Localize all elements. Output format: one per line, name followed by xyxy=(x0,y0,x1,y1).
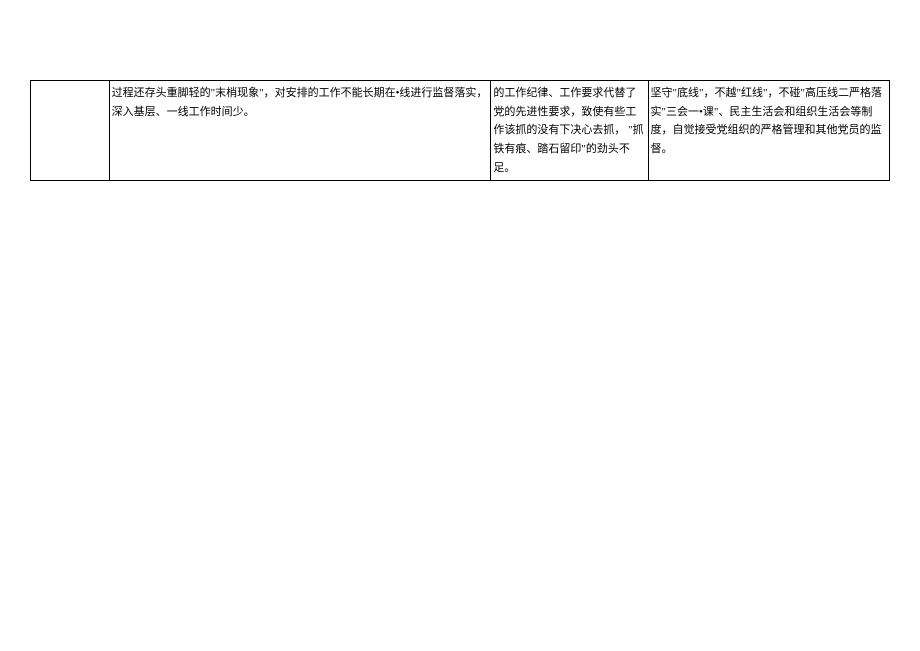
cell-col3: 的工作纪律、工作要求代替了党的先进性要求，致使有些工作该抓的没有下决心去抓， "… xyxy=(491,81,648,181)
table-row: 过程还存头重脚轻的"末梢现象"，对安排的工作不能长期在•线进行监督落实，深入基层… xyxy=(31,81,890,181)
cell-col1 xyxy=(31,81,110,181)
cell-col2: 过程还存头重脚轻的"末梢现象"，对安排的工作不能长期在•线进行监督落实，深入基层… xyxy=(109,81,491,181)
document-table: 过程还存头重脚轻的"末梢现象"，对安排的工作不能长期在•线进行监督落实，深入基层… xyxy=(30,80,890,181)
cell-col4: 坚守"底线"，不越"红线"，不碰"高压线二严格落实"三会一•课"、民主生活会和组… xyxy=(648,81,889,181)
